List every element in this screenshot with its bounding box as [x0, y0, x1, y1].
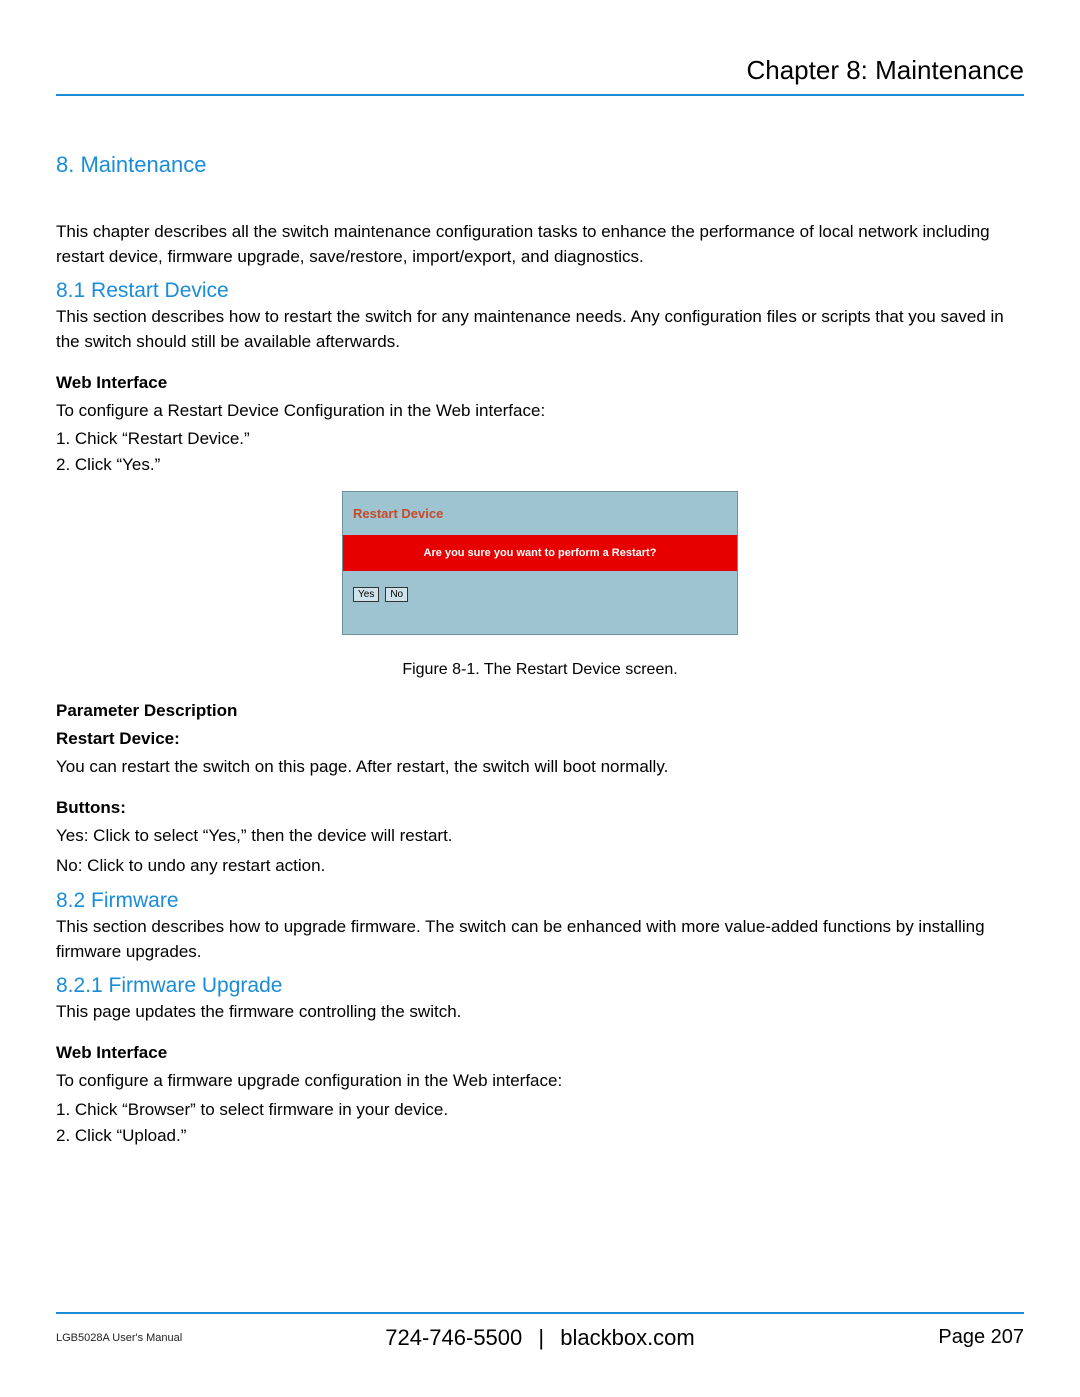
step-8-2-1-2: 2. Click “Upload.”	[56, 1126, 1024, 1146]
web-interface-label-2: Web Interface	[56, 1043, 1024, 1063]
web-interface-intro-2: To configure a firmware upgrade configur…	[56, 1069, 1024, 1094]
buttons-label: Buttons:	[56, 798, 1024, 818]
step-8-1-1: 1. Chick “Restart Device.”	[56, 429, 1024, 449]
restart-prompt-bar: Are you sure you want to perform a Resta…	[343, 535, 737, 571]
chapter-title: Chapter 8: Maintenance	[56, 55, 1024, 96]
footer-separator: |	[538, 1325, 544, 1350]
figure-8-1-caption: Figure 8-1. The Restart Device screen.	[402, 661, 677, 679]
heading-8: 8. Maintenance	[56, 152, 1024, 178]
intro-8-1: This section describes how to restart th…	[56, 305, 1024, 354]
page-footer: LGB5028A User's Manual 724-746-5500 | bl…	[56, 1312, 1024, 1349]
restart-device-text: You can restart the switch on this page.…	[56, 755, 1024, 780]
web-interface-label-1: Web Interface	[56, 373, 1024, 393]
step-8-1-2: 2. Click “Yes.”	[56, 455, 1024, 475]
footer-site: blackbox.com	[560, 1325, 695, 1350]
no-desc: No: Click to undo any restart action.	[56, 854, 1024, 879]
intro-8: This chapter describes all the switch ma…	[56, 220, 1024, 269]
yes-button[interactable]: Yes	[353, 587, 379, 602]
heading-8-2: 8.2 Firmware	[56, 889, 1024, 913]
restart-device-label: Restart Device:	[56, 729, 1024, 749]
restart-device-panel: Restart Device Are you sure you want to …	[342, 491, 738, 635]
footer-phone: 724-746-5500	[385, 1325, 522, 1350]
heading-8-2-1: 8.2.1 Firmware Upgrade	[56, 974, 1024, 998]
heading-8-1: 8.1 Restart Device	[56, 279, 1024, 303]
footer-contact: 724-746-5500 | blackbox.com	[56, 1325, 1024, 1351]
web-interface-intro-1: To configure a Restart Device Configurat…	[56, 399, 1024, 424]
intro-8-2-1: This page updates the firmware controlli…	[56, 1000, 1024, 1025]
restart-panel-title: Restart Device	[353, 506, 727, 521]
no-button[interactable]: No	[385, 587, 408, 602]
intro-8-2: This section describes how to upgrade fi…	[56, 915, 1024, 964]
yes-desc: Yes: Click to select “Yes,” then the dev…	[56, 824, 1024, 849]
step-8-2-1-1: 1. Chick “Browser” to select firmware in…	[56, 1100, 1024, 1120]
parameter-description-label: Parameter Description	[56, 701, 1024, 721]
figure-8-1: Restart Device Are you sure you want to …	[56, 491, 1024, 679]
